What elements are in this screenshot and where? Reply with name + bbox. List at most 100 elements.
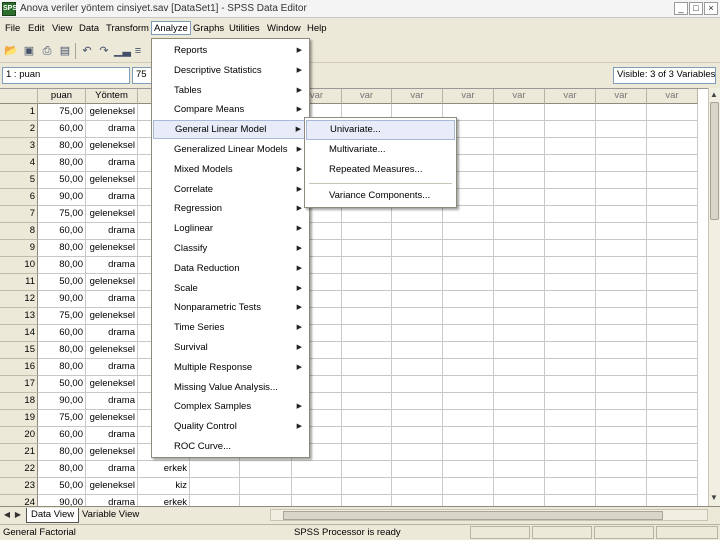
cell-empty[interactable] (494, 427, 545, 444)
cell-empty[interactable] (647, 359, 698, 376)
cell-empty[interactable] (545, 410, 596, 427)
cell-puan[interactable]: 80,00 (38, 461, 86, 478)
cell-empty[interactable] (443, 376, 494, 393)
cell-empty[interactable] (596, 461, 647, 478)
cell-empty[interactable] (545, 342, 596, 359)
cell-empty[interactable] (292, 478, 342, 495)
cell-empty[interactable] (494, 138, 545, 155)
cell-yontem[interactable]: drama (86, 495, 138, 506)
cell-puan[interactable]: 80,00 (38, 155, 86, 172)
menu-window[interactable]: Window (265, 22, 303, 36)
cell-empty[interactable] (494, 121, 545, 138)
row-number[interactable]: 19 (0, 410, 38, 427)
undo-icon[interactable]: ↶ (80, 44, 94, 58)
column-header-var[interactable]: var (545, 89, 596, 104)
cell-puan[interactable]: 50,00 (38, 172, 86, 189)
menu-item-complex-samples[interactable]: Complex Samples ▶ (153, 397, 308, 416)
row-number[interactable]: 5 (0, 172, 38, 189)
cell-empty[interactable] (443, 291, 494, 308)
cell-puan[interactable]: 60,00 (38, 325, 86, 342)
cell-empty[interactable] (443, 308, 494, 325)
cell-empty[interactable] (647, 189, 698, 206)
row-number[interactable]: 18 (0, 393, 38, 410)
cell-empty[interactable] (342, 478, 392, 495)
cell-empty[interactable] (392, 325, 443, 342)
cell-yontem[interactable]: geleneksel (86, 274, 138, 291)
cell-puan[interactable]: 60,00 (38, 427, 86, 444)
cell-empty[interactable] (596, 104, 647, 121)
menu-view[interactable]: View (50, 22, 74, 36)
cell-empty[interactable] (342, 342, 392, 359)
column-header-var[interactable]: var (392, 89, 443, 104)
cell-empty[interactable] (494, 444, 545, 461)
cell-empty[interactable] (342, 240, 392, 257)
cell-empty[interactable] (647, 325, 698, 342)
cell-empty[interactable] (647, 206, 698, 223)
cell-empty[interactable] (596, 478, 647, 495)
cell-empty[interactable] (545, 495, 596, 506)
cell-yontem[interactable]: drama (86, 189, 138, 206)
horizontal-scrollbar[interactable] (270, 509, 708, 521)
menu-item-quality-control[interactable]: Quality Control ▶ (153, 417, 308, 436)
cell-empty[interactable] (545, 121, 596, 138)
corner-header[interactable] (0, 89, 38, 104)
cell-puan[interactable]: 80,00 (38, 359, 86, 376)
cell-empty[interactable] (596, 189, 647, 206)
cell-empty[interactable] (596, 359, 647, 376)
cell-empty[interactable] (545, 257, 596, 274)
menu-item-roc-curve[interactable]: ROC Curve... (153, 437, 308, 456)
minimize-button[interactable]: _ (674, 2, 688, 15)
scroll-down-icon[interactable]: ▼ (709, 492, 719, 504)
dialog-recall-icon[interactable]: ▤ (58, 44, 72, 58)
cell-empty[interactable] (494, 223, 545, 240)
menu-item-mixed-models[interactable]: Mixed Models ▶ (153, 160, 308, 179)
cell-empty[interactable] (443, 359, 494, 376)
cell-empty[interactable] (494, 155, 545, 172)
cell-empty[interactable] (545, 359, 596, 376)
cell-empty[interactable] (443, 410, 494, 427)
menu-item-compare-means[interactable]: Compare Means ▶ (153, 100, 308, 119)
menu-item-variance-components[interactable]: Variance Components... (306, 186, 455, 206)
cell-yontem[interactable]: geleneksel (86, 410, 138, 427)
cell-empty[interactable] (392, 342, 443, 359)
redo-icon[interactable]: ↷ (97, 44, 111, 58)
cell-empty[interactable] (494, 376, 545, 393)
spss-app-icon[interactable]: SPSS (2, 2, 22, 16)
row-number[interactable]: 1 (0, 104, 38, 121)
cell-empty[interactable] (494, 325, 545, 342)
cell-yontem[interactable]: geleneksel (86, 342, 138, 359)
cell-empty[interactable] (392, 223, 443, 240)
cell-empty[interactable] (647, 240, 698, 257)
row-number[interactable]: 9 (0, 240, 38, 257)
menu-file[interactable]: File (3, 22, 22, 36)
row-number[interactable]: 14 (0, 325, 38, 342)
open-folder-icon[interactable]: 📂 (4, 44, 18, 58)
menu-item-correlate[interactable]: Correlate ▶ (153, 180, 308, 199)
cell-empty[interactable] (647, 104, 698, 121)
cell-empty[interactable] (342, 410, 392, 427)
cell-empty[interactable] (545, 325, 596, 342)
row-number[interactable]: 7 (0, 206, 38, 223)
cell-empty[interactable] (596, 342, 647, 359)
cell-empty[interactable] (494, 308, 545, 325)
cell-empty[interactable] (494, 461, 545, 478)
cell-empty[interactable] (240, 478, 292, 495)
cell-puan[interactable]: 90,00 (38, 291, 86, 308)
cell-empty[interactable] (596, 121, 647, 138)
menu-data[interactable]: Data (77, 22, 101, 36)
column-header-var[interactable]: var (443, 89, 494, 104)
cell-empty[interactable] (596, 257, 647, 274)
cell-empty[interactable] (494, 172, 545, 189)
cell-empty[interactable] (596, 206, 647, 223)
cell-empty[interactable] (647, 376, 698, 393)
cell-empty[interactable] (240, 461, 292, 478)
menu-item-generalized-linear-models[interactable]: Generalized Linear Models ▶ (153, 140, 308, 159)
cell-empty[interactable] (647, 427, 698, 444)
cell-empty[interactable] (392, 240, 443, 257)
cell-puan[interactable]: 80,00 (38, 342, 86, 359)
column-header-yontem[interactable]: Yöntem (86, 89, 138, 104)
row-number[interactable]: 22 (0, 461, 38, 478)
cell-empty[interactable] (647, 393, 698, 410)
cell-empty[interactable] (443, 427, 494, 444)
cell-yontem[interactable]: geleneksel (86, 138, 138, 155)
